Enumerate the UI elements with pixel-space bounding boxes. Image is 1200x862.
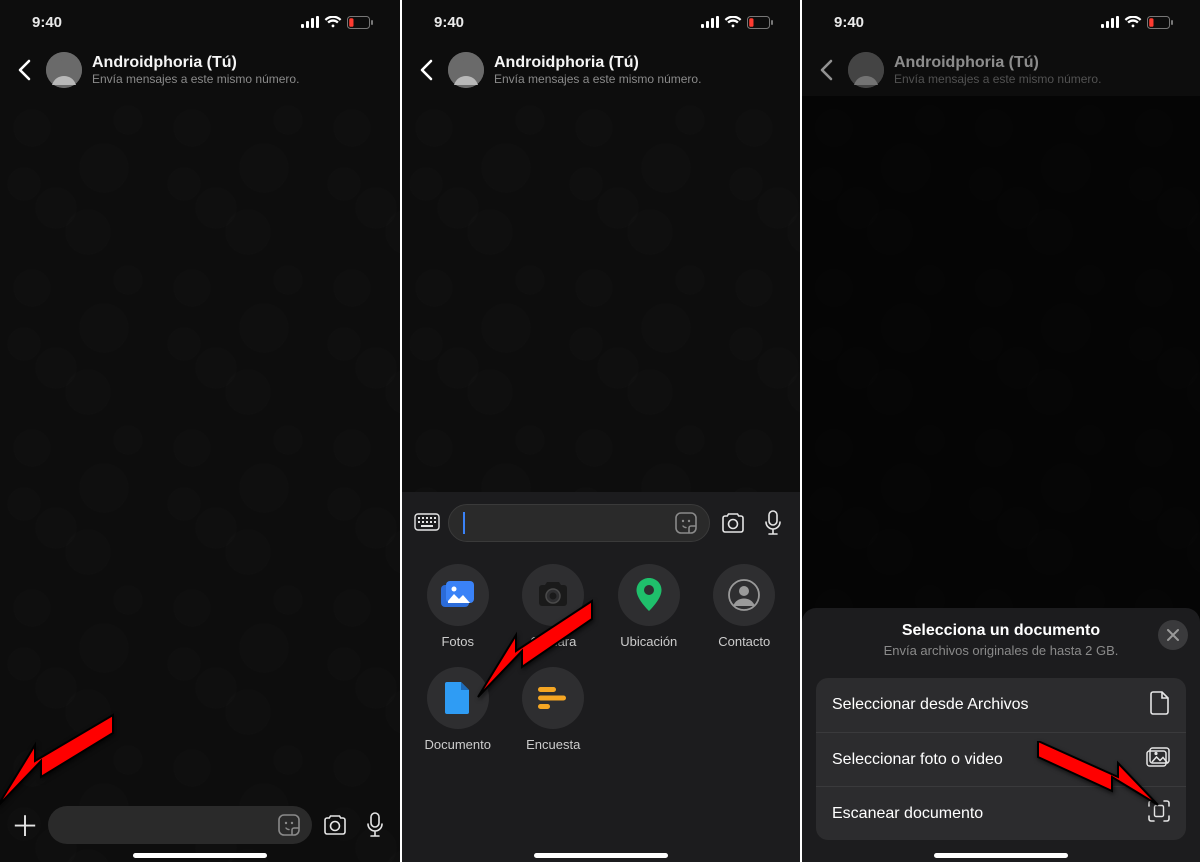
wifi-icon bbox=[724, 16, 742, 28]
chat-subtitle: Envía mensajes a este mismo número. bbox=[92, 72, 299, 86]
avatar[interactable] bbox=[46, 52, 82, 88]
photos-icon bbox=[427, 564, 489, 626]
attachment-poll[interactable]: Encuesta bbox=[506, 667, 602, 752]
avatar[interactable] bbox=[848, 52, 884, 88]
back-button[interactable] bbox=[412, 59, 440, 81]
wifi-icon bbox=[1124, 16, 1142, 28]
sheet-subtitle: Envía archivos originales de hasta 2 GB. bbox=[852, 643, 1150, 660]
contact-icon bbox=[713, 564, 775, 626]
file-icon bbox=[1150, 691, 1170, 720]
battery-low-icon bbox=[1147, 16, 1174, 29]
chat-background bbox=[0, 96, 400, 862]
sticker-icon[interactable] bbox=[276, 812, 302, 838]
attachment-label: Encuesta bbox=[526, 737, 580, 752]
status-right bbox=[701, 16, 774, 29]
document-action-sheet: Selecciona un documento Envía archivos o… bbox=[802, 608, 1200, 862]
attachment-label: Contacto bbox=[718, 634, 770, 649]
sheet-row-label: Escanear documento bbox=[832, 805, 983, 823]
home-indicator bbox=[934, 853, 1068, 858]
chat-title: Androidphoria (Tú) bbox=[494, 53, 701, 72]
status-time: 9:40 bbox=[834, 14, 864, 31]
status-time: 9:40 bbox=[434, 14, 464, 31]
chat-header: Androidphoria (Tú) Envía mensajes a este… bbox=[0, 44, 400, 96]
chat-title: Androidphoria (Tú) bbox=[894, 53, 1101, 72]
scan-icon bbox=[1148, 800, 1170, 827]
sheet-close-button[interactable] bbox=[1158, 620, 1188, 650]
status-bar: 9:40 bbox=[802, 0, 1200, 44]
sticker-icon[interactable] bbox=[673, 510, 699, 536]
attachment-label: Cámara bbox=[530, 634, 576, 649]
chat-title-wrap[interactable]: Androidphoria (Tú) Envía mensajes a este… bbox=[894, 53, 1101, 87]
chat-background bbox=[402, 96, 800, 492]
home-indicator bbox=[133, 853, 267, 858]
sheet-row-label: Seleccionar desde Archivos bbox=[832, 696, 1029, 714]
screenshot-2: 9:40 Androidphoria (Tú) Envía mensajes a… bbox=[402, 0, 800, 862]
camera-button[interactable] bbox=[318, 808, 352, 842]
document-icon bbox=[427, 667, 489, 729]
message-input[interactable] bbox=[448, 504, 710, 542]
battery-low-icon bbox=[747, 16, 774, 29]
attachment-label: Fotos bbox=[441, 634, 474, 649]
camera-button[interactable] bbox=[716, 506, 750, 540]
sheet-list: Seleccionar desde Archivos Seleccionar f… bbox=[816, 678, 1186, 840]
home-indicator bbox=[534, 853, 668, 858]
close-icon bbox=[1167, 629, 1179, 641]
chat-title-wrap[interactable]: Androidphoria (Tú) Envía mensajes a este… bbox=[494, 53, 701, 87]
status-right bbox=[301, 16, 374, 29]
cellular-icon bbox=[701, 16, 719, 28]
chat-title: Androidphoria (Tú) bbox=[92, 53, 299, 72]
attachment-label: Documento bbox=[425, 737, 491, 752]
mic-button[interactable] bbox=[756, 506, 790, 540]
poll-icon bbox=[522, 667, 584, 729]
location-icon bbox=[618, 564, 680, 626]
cellular-icon bbox=[301, 16, 319, 28]
message-input-bar bbox=[402, 500, 800, 552]
attachment-contact[interactable]: Contacto bbox=[697, 564, 793, 649]
attachment-grid: Fotos Cámara Ubicación Contacto bbox=[402, 552, 800, 752]
chat-subtitle: Envía mensajes a este mismo número. bbox=[494, 72, 701, 86]
sheet-row-label: Seleccionar foto o video bbox=[832, 751, 1003, 769]
attachment-label: Ubicación bbox=[620, 634, 677, 649]
sheet-header: Selecciona un documento Envía archivos o… bbox=[802, 622, 1200, 674]
attachment-document[interactable]: Documento bbox=[410, 667, 506, 752]
status-bar: 9:40 bbox=[402, 0, 800, 44]
avatar[interactable] bbox=[448, 52, 484, 88]
keyboard-button[interactable] bbox=[412, 508, 442, 538]
chat-title-wrap[interactable]: Androidphoria (Tú) Envía mensajes a este… bbox=[92, 53, 299, 87]
sheet-row-photo-video[interactable]: Seleccionar foto o video bbox=[816, 732, 1186, 786]
screenshot-1: 9:40 Androidphoria (Tú) Envía mensajes a… bbox=[0, 0, 400, 862]
chat-header: Androidphoria (Tú) Envía mensajes a este… bbox=[402, 44, 800, 96]
battery-low-icon bbox=[347, 16, 374, 29]
gallery-icon bbox=[1146, 747, 1170, 772]
status-bar: 9:40 bbox=[0, 0, 400, 44]
cellular-icon bbox=[1101, 16, 1119, 28]
attach-plus-button[interactable]: ＋ bbox=[8, 808, 42, 842]
sheet-row-files[interactable]: Seleccionar desde Archivos bbox=[816, 678, 1186, 732]
attachment-camera[interactable]: Cámara bbox=[506, 564, 602, 649]
message-input[interactable] bbox=[48, 806, 312, 844]
chat-subtitle: Envía mensajes a este mismo número. bbox=[894, 72, 1101, 86]
sheet-row-scan[interactable]: Escanear documento bbox=[816, 786, 1186, 840]
sheet-title: Selecciona un documento bbox=[852, 622, 1150, 640]
back-button[interactable] bbox=[812, 59, 840, 81]
attachment-location[interactable]: Ubicación bbox=[601, 564, 697, 649]
screenshot-3: 9:40 Androidphoria (Tú) Envía mensajes a… bbox=[802, 0, 1200, 862]
attachment-panel: Fotos Cámara Ubicación Contacto bbox=[402, 492, 800, 862]
text-cursor bbox=[463, 512, 465, 534]
status-right bbox=[1101, 16, 1174, 29]
wifi-icon bbox=[324, 16, 342, 28]
message-input-bar: ＋ bbox=[0, 802, 400, 848]
mic-button[interactable] bbox=[358, 808, 392, 842]
status-time: 9:40 bbox=[32, 14, 62, 31]
chat-header: Androidphoria (Tú) Envía mensajes a este… bbox=[802, 44, 1200, 96]
attachment-photos[interactable]: Fotos bbox=[410, 564, 506, 649]
camera-icon-circle bbox=[522, 564, 584, 626]
back-button[interactable] bbox=[10, 59, 38, 81]
